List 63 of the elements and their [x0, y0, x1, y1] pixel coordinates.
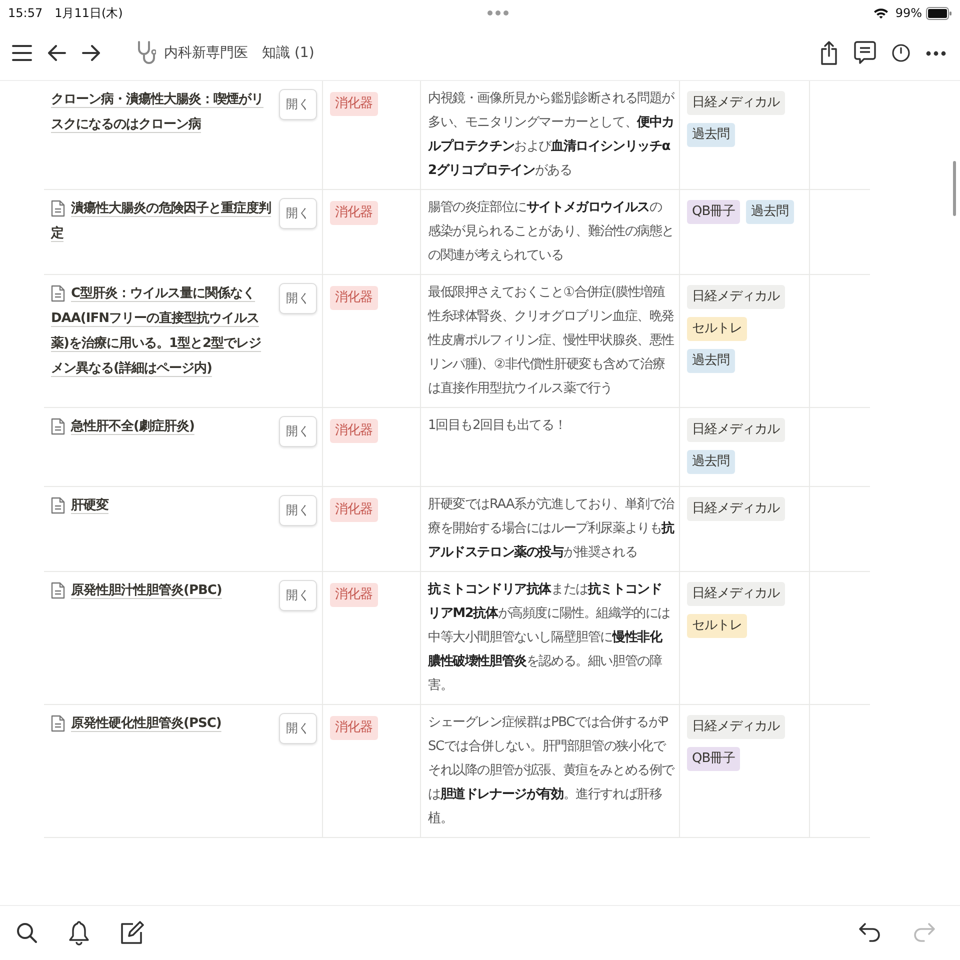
page-title-link[interactable]: 原発性硬化性胆管炎(PSC): [51, 711, 273, 736]
compose-icon[interactable]: [120, 921, 144, 945]
source-tag: 日経メディカル: [687, 285, 784, 309]
status-time: 15:57: [8, 6, 43, 20]
battery-percent: 99%: [895, 6, 922, 20]
description-text: 内視鏡・画像所見から鑑別診断される問題が多い、モニタリングマーカーとして、便中カルプロテクチンおよび血清ロイシンリッチα2グリコプロテインがある: [428, 90, 674, 180]
clock-icon[interactable]: [892, 44, 910, 62]
breadcrumb-link[interactable]: 知識 (1): [262, 44, 314, 62]
source-tag: 日経メディカル: [687, 715, 784, 739]
description-text: 腸管の炎症部位にサイトメガロウイルスの感染が見られることがあり、難治性の病態との関連が考えられている: [428, 199, 674, 265]
source-tag: 日経メディカル: [687, 91, 784, 115]
open-button[interactable]: 開く: [279, 495, 317, 526]
breadcrumb-link[interactable]: 内科新専門医: [164, 44, 248, 62]
source-tag: 過去問: [687, 123, 734, 147]
share-icon[interactable]: [820, 41, 838, 65]
page-title-link[interactable]: 急性肝不全(劇症肝炎): [51, 414, 273, 439]
description-text: 抗ミトコンドリア抗体または抗ミトコンドリアM2抗体が高頻度に陽性。組織学的には中等大小間胆管ないし隔壁胆管に慢性非化膿性破壊性胆管炎を認める。細い胆管の障害。: [428, 581, 671, 695]
source-tag: セルトレ: [687, 614, 747, 638]
menu-icon[interactable]: [12, 44, 32, 62]
source-tag: QB冊子: [687, 747, 740, 771]
source-tag: QB冊子: [687, 200, 740, 224]
comment-icon[interactable]: [854, 41, 876, 65]
category-tag: 消化器: [330, 498, 378, 522]
open-button[interactable]: 開く: [279, 89, 317, 120]
open-button[interactable]: 開く: [279, 198, 317, 229]
page-title-link[interactable]: C型肝炎：ウイルス量に関係なくDAA(IFNフリーの直接型抗ウイルス薬)を治療に用いる。1型と2型でレジメン異なる(詳細はページ内): [51, 281, 273, 381]
category-tag: 消化器: [330, 286, 378, 310]
source-tag: 過去問: [687, 450, 734, 474]
open-button[interactable]: 開く: [279, 580, 317, 611]
description-text: 1回目も2回目も出てる！: [428, 417, 568, 435]
source-tag: セルトレ: [687, 317, 747, 341]
source-tag: 日経メディカル: [687, 582, 784, 606]
wifi-icon: [873, 7, 890, 19]
category-tag: 消化器: [330, 92, 378, 116]
back-arrow-icon[interactable]: [48, 45, 66, 61]
forward-arrow-icon[interactable]: [82, 45, 100, 61]
page-title-link[interactable]: クローン病・潰瘍性大腸炎：喫煙がリスクになるのはクローン病: [51, 87, 273, 137]
description-text: 肝硬変ではRAA系が亢進しており、単剤で治療を開始する場合にはループ利尿薬よりも抗アルドステロン薬の投与が推奨される: [428, 496, 674, 562]
category-tag: 消化器: [330, 201, 378, 225]
open-button[interactable]: 開く: [279, 713, 317, 744]
more-icon[interactable]: [926, 50, 946, 56]
open-button[interactable]: 開く: [279, 416, 317, 447]
page-title-link[interactable]: 潰瘍性大腸炎の危険因子と重症度判定: [51, 196, 273, 246]
source-tag: 過去問: [687, 349, 734, 373]
description-text: シェーグレン症候群はPBCでは合併するがPSCでは合併しない。肝門部胆管の狭小化でそれ以降の胆管が拡張、黄疸をみとめる例では胆道ドレナージが有効。進行すれば肝移植。: [428, 714, 674, 828]
scrollbar[interactable]: [953, 161, 956, 216]
source-tag: 過去問: [746, 200, 794, 224]
category-tag: 消化器: [330, 419, 378, 443]
description-text: 最低限押さえておくこと①合併症(膜性増殖性糸球体腎炎、クリオグロブリン血症、晩発性皮膚ポルフィリン症、慢性甲状腺炎、悪性リンパ腫)、②非代償性肝硬変も含めて治療は直接作用型抗ウイルス薬で行う: [428, 284, 674, 398]
source-tag: 日経メディカル: [687, 497, 784, 521]
page-title-link[interactable]: 原発性胆汁性胆管炎(PBC): [51, 578, 273, 603]
search-icon[interactable]: [16, 922, 38, 944]
bell-icon[interactable]: [68, 920, 90, 946]
battery-icon: [926, 6, 952, 20]
page-title-link[interactable]: 肝硬変: [51, 493, 273, 518]
source-tag: 日経メディカル: [687, 418, 784, 442]
stethoscope-icon: [136, 40, 156, 66]
category-tag: 消化器: [330, 716, 378, 740]
open-button[interactable]: 開く: [279, 283, 317, 314]
category-tag: 消化器: [330, 583, 378, 607]
multitasking-dots-icon[interactable]: [487, 10, 510, 16]
status-date: 1月11日(木): [54, 4, 123, 22]
undo-icon[interactable]: [858, 922, 882, 944]
